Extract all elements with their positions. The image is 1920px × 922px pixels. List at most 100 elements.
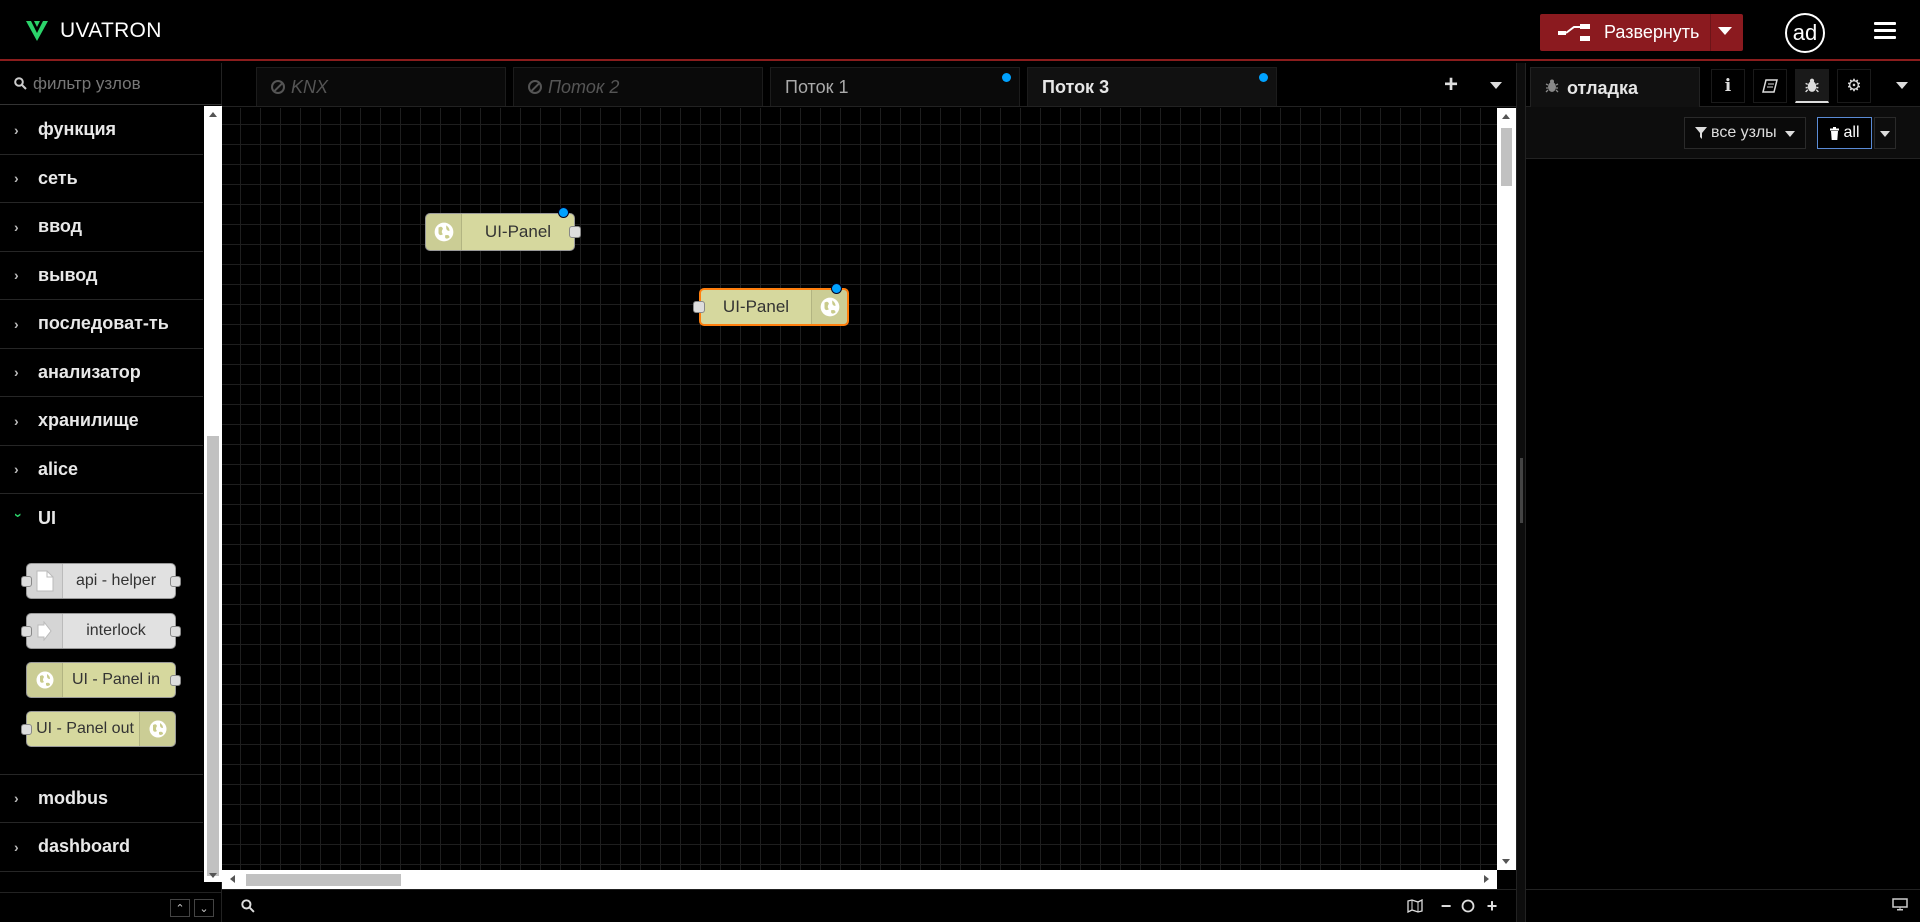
sidebar-footer xyxy=(1526,889,1920,922)
tab-flow-2[interactable]: Поток 2 xyxy=(513,67,763,106)
canvas-horizontal-scrollbar[interactable] xyxy=(222,870,1497,889)
output-port[interactable] xyxy=(569,226,581,238)
expand-all-icon[interactable]: ⌃ xyxy=(170,899,190,917)
workspace-tabs: KNX Поток 2 Поток 1 Поток 3 + xyxy=(222,63,1516,107)
collapse-all-icon[interactable]: ⌄ xyxy=(194,899,214,917)
globe-icon xyxy=(426,214,462,250)
chevron-right-icon: › xyxy=(14,218,19,235)
palette-node-interlock[interactable]: interlock xyxy=(21,612,181,649)
gear-icon[interactable]: ⚙ xyxy=(1837,69,1871,103)
search-icon xyxy=(14,77,27,90)
flow-node-ui-panel-out[interactable]: UI-Panel xyxy=(693,283,849,326)
globe-icon xyxy=(811,290,847,324)
tab-flow-3[interactable]: Поток 3 xyxy=(1027,67,1277,106)
palette-category-alice[interactable]: › alice xyxy=(0,446,203,494)
category-label: alice xyxy=(38,458,79,479)
debug-clear-button[interactable]: all xyxy=(1817,117,1872,149)
flow-node-label: UI-Panel xyxy=(722,297,790,316)
input-port xyxy=(21,723,32,735)
palette-category-parser[interactable]: › анализатор xyxy=(0,349,203,397)
palette-node-ui-panel-in[interactable]: UI - Panel in xyxy=(26,661,181,698)
palette-node-api-helper[interactable]: api - helper xyxy=(21,562,181,599)
chevron-right-icon: › xyxy=(14,267,19,284)
deploy-label: Развернуть xyxy=(1604,22,1700,42)
scroll-right-icon[interactable] xyxy=(1484,875,1489,883)
category-label: функция xyxy=(38,119,117,140)
scrollbar-thumb[interactable] xyxy=(1501,128,1512,186)
debug-filter-button[interactable]: все узлы xyxy=(1684,117,1806,149)
palette-category-network[interactable]: › сеть xyxy=(0,155,203,203)
output-port xyxy=(170,674,181,686)
tab-list-caret-icon[interactable] xyxy=(1490,82,1502,89)
search-icon[interactable] xyxy=(237,896,259,916)
input-port[interactable] xyxy=(693,301,705,313)
navigator-map-icon[interactable] xyxy=(1404,896,1426,916)
arrow-in-icon xyxy=(27,613,63,648)
palette-ui-node-list: api - helper interlock UI - Panel in UI … xyxy=(0,543,203,775)
logo: UVATRON xyxy=(24,18,162,44)
category-label: modbus xyxy=(38,787,108,808)
info-icon[interactable]: i xyxy=(1711,69,1745,103)
scroll-left-icon[interactable] xyxy=(230,875,235,883)
debug-clear-caret-icon[interactable] xyxy=(1874,117,1896,149)
monitor-icon[interactable] xyxy=(1892,898,1908,914)
debug-filter-label: все узлы xyxy=(1711,124,1777,141)
palette-node-label: api - helper xyxy=(75,571,157,589)
palette-category-sequence[interactable]: › последоват-ть xyxy=(0,300,203,349)
palette-search-input[interactable]: фильтр узлов xyxy=(0,63,222,105)
output-port xyxy=(170,575,181,587)
palette-node-label: interlock xyxy=(86,621,146,639)
chevron-right-icon: › xyxy=(14,315,19,332)
file-icon xyxy=(27,563,63,598)
zoom-in-icon[interactable]: + xyxy=(1481,896,1503,916)
tab-label: Поток 3 xyxy=(1042,76,1110,97)
zoom-out-icon[interactable]: − xyxy=(1435,896,1457,916)
scroll-down-icon[interactable] xyxy=(209,873,217,878)
scrollbar-thumb[interactable] xyxy=(246,874,401,886)
category-label: dashboard xyxy=(38,836,131,857)
tab-flow-1[interactable]: Поток 1 xyxy=(770,67,1020,106)
scrollbar-thumb[interactable] xyxy=(207,436,219,876)
splitter-grip[interactable] xyxy=(1520,458,1523,523)
chevron-right-icon: › xyxy=(14,838,19,855)
palette-category-input[interactable]: › ввод xyxy=(0,203,203,252)
scroll-up-icon[interactable] xyxy=(1502,114,1510,119)
header: UVATRON Развернуть ad xyxy=(0,0,1920,61)
chevron-right-icon: › xyxy=(14,790,19,807)
sidebar-splitter[interactable] xyxy=(1516,63,1526,922)
book-icon[interactable] xyxy=(1753,69,1787,103)
debug-clear-label: all xyxy=(1843,124,1860,141)
palette-category-storage[interactable]: › хранилище xyxy=(0,397,203,446)
canvas-vertical-scrollbar[interactable] xyxy=(1497,108,1516,870)
deploy-menu-caret-icon[interactable] xyxy=(1718,27,1732,35)
palette-scrollbar[interactable] xyxy=(204,106,222,882)
chevron-right-icon: › xyxy=(14,364,19,381)
palette-category-modbus[interactable]: › modbus xyxy=(0,775,203,823)
deploy-button[interactable]: Развернуть xyxy=(1540,14,1743,51)
input-port xyxy=(21,625,32,637)
main-menu-hamburger-icon[interactable] xyxy=(1874,22,1896,40)
node-palette: фильтр узлов › функция › сеть › ввод › вывод… xyxy=(0,63,222,922)
add-tab-plus-icon[interactable]: + xyxy=(1444,71,1458,99)
chevron-down-icon: › xyxy=(11,513,27,518)
zoom-reset-icon[interactable] xyxy=(1457,896,1479,916)
scroll-up-icon[interactable] xyxy=(209,112,217,117)
tab-knx[interactable]: KNX xyxy=(256,67,506,106)
flow-canvas[interactable]: UI-Panel UI-Panel xyxy=(222,108,1497,870)
palette-category-function[interactable]: › функция xyxy=(0,106,203,155)
uvatron-logo-icon xyxy=(26,21,48,41)
flow-node-ui-panel-in[interactable]: UI-Panel xyxy=(425,207,581,251)
palette-node-ui-panel-out[interactable]: UI - Panel out xyxy=(21,710,176,747)
palette-category-output[interactable]: › вывод xyxy=(0,252,203,300)
chevron-right-icon: › xyxy=(14,121,19,138)
disabled-icon xyxy=(528,80,542,94)
sidebar-menu-caret-icon[interactable] xyxy=(1896,82,1908,89)
sidebar: отладка i ⚙ все узлы all xyxy=(1526,63,1920,922)
bug-icon[interactable] xyxy=(1795,69,1829,103)
palette-category-dashboard[interactable]: › dashboard xyxy=(0,823,203,872)
sidebar-tab-debug[interactable]: отладка xyxy=(1530,67,1700,108)
palette-category-ui[interactable]: › UI xyxy=(0,494,203,543)
user-avatar[interactable]: ad xyxy=(1785,13,1825,53)
deploy-icon xyxy=(1558,23,1590,41)
scroll-down-icon[interactable] xyxy=(1502,859,1510,864)
